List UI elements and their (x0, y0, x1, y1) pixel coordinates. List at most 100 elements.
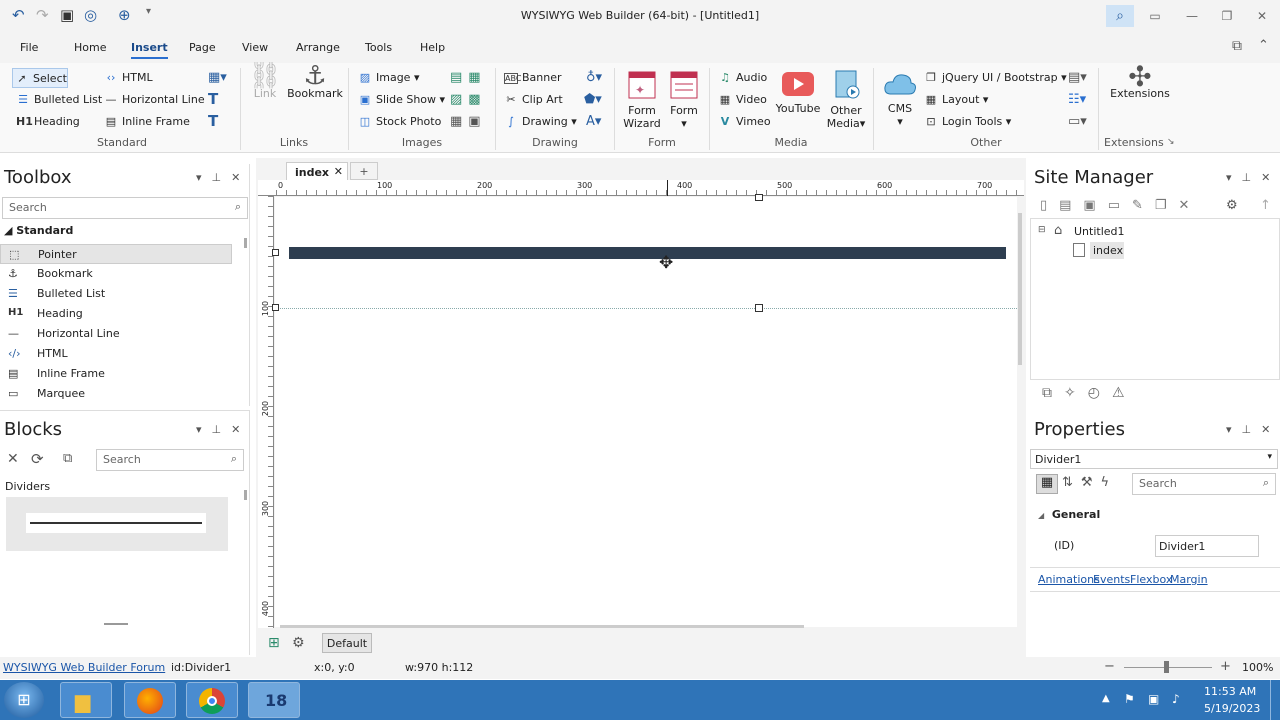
menu-home[interactable]: Home (74, 41, 106, 54)
id-field[interactable]: Divider1 (1155, 535, 1259, 557)
form-wizard-button[interactable]: ✦ Form Wizard (622, 70, 662, 130)
volume-icon[interactable]: ♪ (1172, 692, 1180, 706)
close-icon[interactable]: ✕ (7, 451, 19, 467)
layout-icon[interactable]: ⧉ (1232, 38, 1242, 54)
shape-icon[interactable]: ⬟▾ (584, 92, 602, 107)
bulb-icon[interactable]: ♁▾ (586, 70, 602, 85)
dialog-launcher-icon[interactable]: ↘ (1167, 137, 1175, 147)
bulleted-list-button[interactable]: ☰ Bulleted List (16, 93, 102, 106)
chrome-taskbar-button[interactable] (186, 682, 238, 718)
slide-show-button[interactable]: ▣ Slide Show ▾ (358, 93, 445, 106)
wysiwyg-taskbar-button[interactable]: 18 (248, 682, 300, 718)
close-button[interactable]: ✕ (1250, 6, 1274, 26)
events-link[interactable]: Events (1093, 573, 1130, 586)
resize-handle[interactable] (272, 249, 279, 256)
toolbox-item[interactable]: H1 Heading (0, 304, 232, 324)
toolbox-category[interactable]: ◢ Standard (4, 224, 73, 237)
cms-button[interactable]: CMS ▾ (880, 70, 920, 128)
vimeo-button[interactable]: V Vimeo (718, 115, 771, 128)
refresh-icon[interactable]: ⟳ (31, 450, 44, 468)
resize-handle[interactable] (755, 304, 763, 312)
properties-toolbar[interactable]: ⇅⚒ϟ (1062, 475, 1117, 490)
flexbox-link[interactable]: Flexbox (1130, 573, 1172, 586)
clock-time[interactable]: 11:53 AM (1204, 685, 1256, 698)
horizontal-line-button[interactable]: — Horizontal Line (104, 93, 205, 106)
other-tools-row2[interactable]: ☷▾ (1068, 92, 1086, 107)
toolbox-item[interactable]: ⬚ Pointer (0, 244, 232, 264)
site-root[interactable]: Untitled1 (1074, 225, 1125, 238)
resize-handle[interactable] (272, 304, 279, 311)
add-tab-button[interactable]: + (350, 162, 378, 180)
text-art-icon[interactable]: A▾ (586, 114, 601, 129)
margin-link[interactable]: Margin (1170, 573, 1208, 586)
inline-frame-button[interactable]: ▤ Inline Frame (104, 115, 190, 128)
firefox-taskbar-button[interactable] (124, 682, 176, 718)
blocks-scrollbar[interactable] (244, 490, 247, 500)
login-tools-button[interactable]: ⊡ Login Tools ▾ (924, 115, 1011, 128)
toolbox-item[interactable]: ▭ Marquee (0, 384, 232, 404)
object-selector[interactable]: Divider1 ▾ (1030, 449, 1278, 469)
site-manager-bottom-toolbar[interactable]: ⧉✧◴⚠ (1042, 385, 1137, 401)
jquery-button[interactable]: ❐ jQuery UI / Bootstrap ▾ (924, 71, 1067, 84)
toolbox-item[interactable]: ☰ Bulleted List (0, 284, 232, 304)
menu-view[interactable]: View (242, 41, 268, 54)
forum-link[interactable]: WYSIWYG Web Builder Forum (3, 661, 165, 674)
up-arrow-icon[interactable]: ↑ (1260, 198, 1271, 213)
toolbox-item[interactable]: ‹/› HTML (0, 344, 232, 364)
maximize-button[interactable]: ❐ (1215, 6, 1239, 26)
site-manager-panel-buttons[interactable]: ▾⊥✕ (1226, 171, 1280, 184)
folder-icon[interactable]: ⧉ (63, 451, 72, 466)
other-tools-row1[interactable]: ▤▾ (1068, 70, 1087, 85)
image-button[interactable]: ▨ Image ▾ (358, 71, 420, 84)
divider-line[interactable] (289, 247, 1006, 259)
image-tools-row1[interactable]: ▤▦ (450, 70, 487, 85)
collapse-icon[interactable]: ⊟ (1038, 225, 1046, 235)
site-manager-toolbar[interactable]: ▯▤▣▭✎❐✕ (1040, 198, 1201, 213)
explorer-taskbar-button[interactable]: ▆ (60, 682, 112, 718)
toolbox-item[interactable]: ⚓ Bookmark (0, 264, 232, 284)
blocks-panel-buttons[interactable]: ▾⊥✕ (196, 423, 250, 436)
animations-link[interactable]: Animations (1038, 573, 1100, 586)
heading-button[interactable]: H1Heading (16, 115, 80, 128)
resize-handle[interactable] (755, 194, 763, 201)
default-master-tab[interactable]: Default (322, 633, 372, 653)
html-button[interactable]: ‹› HTML (104, 71, 153, 84)
toolbox-item[interactable]: ▤ Inline Frame (0, 364, 232, 384)
show-hidden-icons[interactable]: ▲ (1102, 693, 1110, 704)
menu-page[interactable]: Page (189, 41, 216, 54)
toolbox-panel-buttons[interactable]: ▾⊥✕ (196, 171, 250, 184)
close-tab-icon[interactable]: ✕ (334, 165, 343, 178)
add-page-icon[interactable]: ⊞ (268, 635, 280, 651)
page-settings-icon[interactable]: ⚙ (292, 635, 305, 651)
site-page-index[interactable]: index (1090, 242, 1124, 259)
tab-index[interactable]: index ✕ (286, 162, 348, 180)
general-section[interactable]: ◢ General (1038, 508, 1100, 521)
banner-button[interactable]: ABCBanner (504, 71, 562, 84)
other-tools-row3[interactable]: ▭▾ (1068, 114, 1087, 129)
text-block-icon[interactable]: T (208, 112, 218, 130)
blocks-search-input[interactable]: Search ⌕ (96, 449, 244, 471)
drawing-button[interactable]: ∫ Drawing ▾ (504, 115, 577, 128)
clock-date[interactable]: 5/19/2023 (1204, 702, 1260, 715)
clip-art-button[interactable]: ✂ Clip Art (504, 93, 562, 106)
image-tools-row2[interactable]: ▨▩ (450, 92, 487, 107)
form-button[interactable]: Form ▾ (666, 70, 702, 130)
menu-help[interactable]: Help (420, 41, 445, 54)
canvas-vscrollbar[interactable] (1018, 213, 1022, 365)
extensions-button[interactable]: ✣ Extensions (1106, 63, 1174, 101)
toolbox-scrollbar[interactable] (244, 238, 247, 248)
menu-file[interactable]: File (20, 41, 38, 54)
stock-photo-button[interactable]: ◫ Stock Photo (358, 115, 442, 128)
categorized-icon[interactable]: ▦ (1036, 474, 1058, 494)
properties-search-input[interactable]: Search ⌕ (1132, 473, 1276, 495)
layout-button[interactable]: ▦ Layout ▾ (924, 93, 989, 106)
properties-panel-buttons[interactable]: ▾⊥✕ (1226, 423, 1280, 436)
divider-block[interactable] (6, 497, 228, 551)
zoom-thumb[interactable] (1164, 661, 1169, 673)
zoom-out-icon[interactable]: − (1104, 659, 1115, 674)
link-button[interactable]: ⛓ Link (246, 63, 284, 100)
image-tools-row3[interactable]: ▦▣ (450, 114, 487, 129)
site-settings-icon[interactable]: ⚙ (1226, 198, 1238, 213)
zoom-in-icon[interactable]: + (1220, 659, 1231, 674)
show-desktop-button[interactable] (1270, 680, 1280, 720)
